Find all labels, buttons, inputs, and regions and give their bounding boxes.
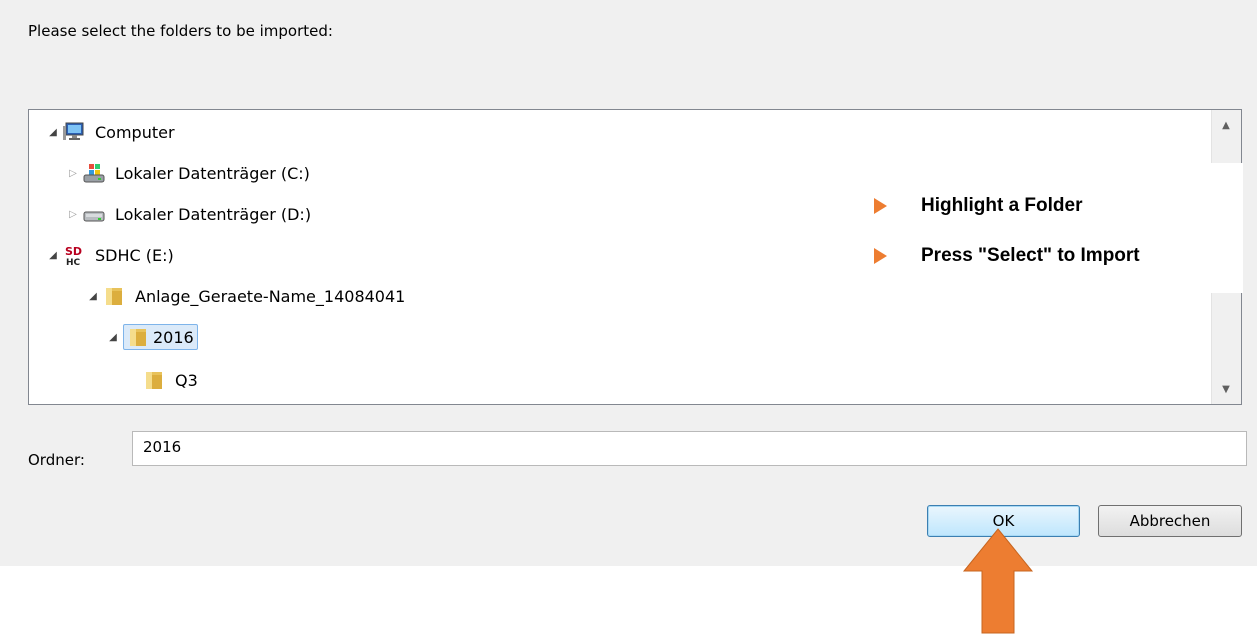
expanded-arrow-icon[interactable]: ◢ bbox=[47, 127, 59, 138]
callout-step-2: Press "Select" to Import bbox=[874, 245, 1140, 267]
tree-node-label: Lokaler Datenträger (C:) bbox=[115, 163, 310, 183]
folder-input[interactable]: 2016 bbox=[132, 431, 1247, 466]
folder-icon bbox=[103, 285, 125, 307]
expanded-arrow-icon[interactable]: ◢ bbox=[47, 250, 59, 261]
collapsed-arrow-icon[interactable]: ▷ bbox=[67, 209, 79, 220]
tree-node-drive-d[interactable]: ▷ Lokaler Datenträger (D:) bbox=[67, 199, 315, 229]
svg-text:HC: HC bbox=[66, 258, 81, 266]
bullet-triangle-icon bbox=[874, 198, 887, 214]
tree-node-label: Lokaler Datenträger (D:) bbox=[115, 204, 312, 224]
system-drive-icon bbox=[83, 162, 105, 184]
tree-node-label: Anlage_Geraete-Name_14084041 bbox=[135, 286, 406, 306]
cancel-button[interactable]: Abbrechen bbox=[1098, 505, 1242, 537]
tree-node-computer[interactable]: ◢ Computer bbox=[47, 117, 179, 147]
tree-node-sdhc[interactable]: ◢ SD HC SDHC (E:) bbox=[47, 240, 178, 270]
tree-node-label: Computer bbox=[95, 122, 175, 142]
instruction-callout: Highlight a Folder Press "Select" to Imp… bbox=[858, 163, 1243, 293]
callout-step-text: Press "Select" to Import bbox=[921, 245, 1140, 266]
computer-icon bbox=[63, 121, 85, 143]
expanded-arrow-icon[interactable]: ◢ bbox=[87, 291, 99, 302]
tree-node-label: SDHC (E:) bbox=[95, 245, 174, 265]
folder-icon bbox=[127, 326, 149, 348]
tree-node-drive-c[interactable]: ▷ Lokaler Datenträger (C:) bbox=[67, 158, 314, 188]
folder-field-label: Ordner: bbox=[28, 451, 85, 469]
callout-step-1: Highlight a Folder bbox=[874, 195, 1083, 217]
tree-node-q3[interactable]: Q3 bbox=[143, 365, 202, 395]
tree-node-text: 2016 bbox=[153, 327, 194, 347]
dialog-prompt: Please select the folders to be imported… bbox=[28, 22, 333, 40]
tree-node-label-selected: 2016 bbox=[123, 324, 198, 350]
callout-step-text: Highlight a Folder bbox=[921, 195, 1083, 216]
up-arrow-pointer-icon bbox=[962, 528, 1034, 634]
tree-node-label: Q3 bbox=[175, 370, 198, 390]
collapsed-arrow-icon[interactable]: ▷ bbox=[67, 168, 79, 179]
bullet-triangle-icon bbox=[874, 248, 887, 264]
scroll-down-icon[interactable]: ▼ bbox=[1212, 374, 1240, 404]
expanded-arrow-icon[interactable]: ◢ bbox=[107, 332, 119, 343]
sd-card-icon: SD HC bbox=[63, 244, 85, 266]
svg-text:SD: SD bbox=[65, 245, 82, 258]
scroll-up-icon[interactable]: ▲ bbox=[1212, 110, 1240, 140]
tree-node-2016[interactable]: ◢ 2016 bbox=[107, 322, 198, 352]
folder-icon bbox=[143, 369, 165, 391]
tree-node-anlage-folder[interactable]: ◢ Anlage_Geraete-Name_14084041 bbox=[87, 281, 409, 311]
drive-icon bbox=[83, 203, 105, 225]
